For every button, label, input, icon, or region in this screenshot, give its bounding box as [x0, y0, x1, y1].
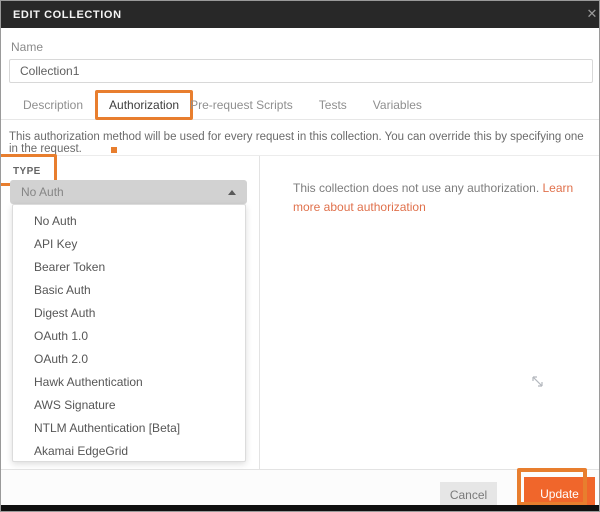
dialog-header: EDIT COLLECTION ✕ [1, 1, 599, 28]
no-auth-message-text: This collection does not use any authori… [293, 181, 543, 195]
dropdown-option-oauth-2[interactable]: OAuth 2.0 [13, 348, 245, 371]
dropdown-option-digest-auth[interactable]: Digest Auth [13, 302, 245, 325]
auth-type-select[interactable]: No Auth [10, 180, 247, 204]
no-auth-message: This collection does not use any authori… [293, 179, 589, 217]
dropdown-option-basic-auth[interactable]: Basic Auth [13, 279, 245, 302]
type-label: TYPE [13, 166, 41, 177]
name-label: Name [11, 40, 44, 54]
pane-divider [259, 156, 260, 469]
edit-collection-dialog: EDIT COLLECTION ✕ Name Description Autho… [0, 0, 600, 512]
tab-bar: Description Authorization Pre-request Sc… [1, 90, 599, 120]
tab-description[interactable]: Description [23, 98, 83, 112]
annotation-square-marker [111, 147, 117, 153]
dropdown-option-ntlm[interactable]: NTLM Authentication [Beta] [13, 417, 245, 440]
window-bottom-edge [1, 505, 599, 511]
dialog-title: EDIT COLLECTION [13, 8, 122, 21]
auth-type-selected-value: No Auth [21, 185, 64, 199]
dropdown-option-no-auth[interactable]: No Auth [13, 210, 245, 233]
resize-cursor-icon [532, 376, 543, 387]
dropdown-option-oauth-1[interactable]: OAuth 1.0 [13, 325, 245, 348]
dropdown-option-hawk[interactable]: Hawk Authentication [13, 371, 245, 394]
dropdown-option-bearer-token[interactable]: Bearer Token [13, 256, 245, 279]
dropdown-option-akamai[interactable]: Akamai EdgeGrid [13, 440, 245, 463]
dropdown-option-api-key[interactable]: API Key [13, 233, 245, 256]
tab-variables[interactable]: Variables [373, 98, 422, 112]
tab-authorization[interactable]: Authorization [109, 98, 179, 112]
chevron-up-icon [228, 189, 236, 195]
tab-tests[interactable]: Tests [319, 98, 347, 112]
dropdown-option-aws-signature[interactable]: AWS Signature [13, 394, 245, 417]
authorization-annotation-box: Authorization [95, 90, 194, 120]
cancel-button[interactable]: Cancel [440, 482, 497, 507]
tab-pre-request-scripts[interactable]: Pre-request Scripts [190, 98, 293, 112]
auth-type-dropdown: No Auth API Key Bearer Token Basic Auth … [12, 204, 246, 462]
collection-name-input[interactable] [9, 59, 593, 83]
close-icon[interactable]: ✕ [587, 6, 599, 22]
auth-info-text: This authorization method will be used f… [1, 120, 599, 156]
